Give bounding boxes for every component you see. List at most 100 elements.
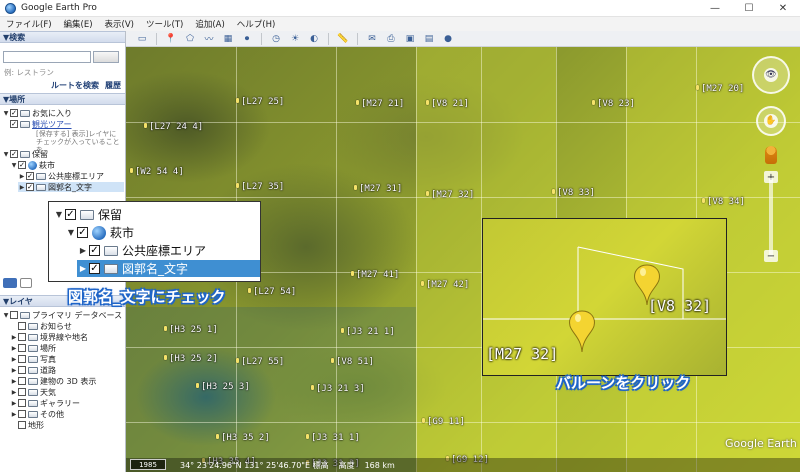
expand-arrow-icon[interactable]: ▼ — [2, 110, 10, 117]
expand-arrow-icon[interactable]: ▶ — [18, 184, 26, 191]
checkbox[interactable] — [18, 366, 26, 374]
balloon-pin-m27-32[interactable] — [569, 310, 595, 353]
map-label[interactable]: [M27 21] — [356, 99, 404, 109]
inset-tree-temporary[interactable]: ▼ ✓ 保留 — [53, 206, 122, 223]
expand-arrow-icon[interactable]: ▶ — [18, 173, 26, 180]
checkbox[interactable] — [18, 322, 26, 330]
inset-tree-city[interactable]: ▼ ✓ 萩市 — [65, 224, 134, 241]
checkbox[interactable]: ✓ — [26, 172, 34, 180]
checkbox[interactable] — [18, 333, 26, 341]
tree-map-names[interactable]: ▶ ✓ 図郭名_文字 — [18, 182, 124, 192]
print-icon[interactable]: ⎙ — [383, 32, 399, 45]
map-label[interactable]: [J3 21 1] — [341, 327, 395, 337]
historical-imagery-icon[interactable]: ◷ — [268, 32, 284, 45]
menu-help[interactable]: ヘルプ(H) — [231, 18, 282, 30]
minimize-button[interactable]: — — [698, 0, 732, 17]
expand-arrow-icon[interactable]: ▶ — [10, 356, 18, 363]
checkbox[interactable]: ✓ — [65, 209, 76, 220]
layer-item[interactable]: ▶ 場所 — [10, 343, 56, 353]
map-label[interactable]: [L27 24 4] — [144, 122, 203, 132]
menu-tools[interactable]: ツール(T) — [140, 18, 189, 30]
checkbox[interactable] — [18, 399, 26, 407]
placemark-icon[interactable]: 📍 — [163, 32, 179, 45]
checkbox[interactable] — [18, 355, 26, 363]
zoom-slider[interactable] — [769, 178, 773, 258]
search-tab-icon[interactable] — [3, 278, 17, 288]
places-header[interactable]: ▼場所 — [0, 93, 125, 105]
layer-primary[interactable]: ▼ プライマリ データベース — [2, 310, 122, 320]
record-tour-icon[interactable]: ⏺ — [239, 32, 255, 45]
search-button[interactable] — [93, 51, 119, 63]
layer-item[interactable]: ▶ その他 — [10, 409, 64, 419]
zoom-out-button[interactable]: − — [764, 250, 778, 262]
expand-arrow-icon[interactable]: ▼ — [2, 151, 10, 158]
tree-public-area[interactable]: ▶ ✓ 公共座標エリア — [18, 171, 104, 181]
look-joystick[interactable]: 👁 — [752, 56, 790, 94]
map-label[interactable]: [L27 35] — [236, 182, 284, 192]
places-tab-icon[interactable] — [20, 278, 32, 288]
map-label[interactable]: [M27 31] — [354, 184, 402, 194]
checkbox[interactable] — [18, 410, 26, 418]
map-label[interactable]: [V8 21] — [426, 99, 469, 109]
tree-city[interactable]: ▼ ✓ 萩市 — [10, 160, 55, 170]
map-label[interactable]: [G9 11] — [422, 417, 465, 427]
map-label[interactable]: [L27 55] — [236, 357, 284, 367]
image-overlay-icon[interactable]: ▦ — [220, 32, 236, 45]
expand-arrow-icon[interactable]: ▶ — [77, 246, 89, 255]
inset-tree-map-names[interactable]: ▶ ✓ 図郭名_文字 — [77, 260, 260, 277]
map-label[interactable]: [J3 21 3] — [311, 384, 365, 394]
search-input[interactable] — [3, 51, 91, 63]
sunlight-icon[interactable]: ☀ — [287, 32, 303, 45]
map-label[interactable]: [W2 54 4] — [130, 167, 184, 177]
balloon-label-m27-32[interactable]: [M27 32] — [486, 345, 558, 363]
expand-arrow-icon[interactable]: ▶ — [10, 345, 18, 352]
checkbox[interactable] — [18, 388, 26, 396]
menu-file[interactable]: ファイル(F) — [0, 18, 58, 30]
map-label[interactable]: [H3 35 2] — [216, 433, 270, 443]
map-label[interactable]: [H3 25 3] — [196, 382, 250, 392]
street-view-pegman-icon[interactable] — [765, 146, 777, 164]
checkbox[interactable]: ✓ — [18, 161, 26, 169]
expand-arrow-icon[interactable]: ▼ — [10, 162, 18, 169]
checkbox[interactable] — [18, 377, 26, 385]
layer-item[interactable]: ▶ 道路 — [10, 365, 56, 375]
map-label[interactable]: [V8 33] — [552, 188, 595, 198]
sidebar-toggle-icon[interactable]: ▭ — [134, 32, 150, 45]
email-icon[interactable]: ✉ — [364, 32, 380, 45]
map-label[interactable]: [M27 41] — [351, 270, 399, 280]
menu-view[interactable]: 表示(V) — [99, 18, 140, 30]
polygon-icon[interactable]: ⬠ — [182, 32, 198, 45]
maximize-button[interactable]: ☐ — [732, 0, 766, 17]
route-link[interactable]: ルートを検索 — [51, 80, 99, 91]
checkbox[interactable]: ✓ — [26, 183, 34, 191]
tree-tour[interactable]: ✓ 観光ツアー — [10, 119, 72, 129]
ruler-icon[interactable]: 📏 — [335, 32, 351, 45]
historical-year-badge[interactable]: 1985 — [130, 459, 166, 470]
map-label[interactable]: [V8 51] — [331, 357, 374, 367]
checkbox[interactable]: ✓ — [89, 263, 100, 274]
layer-item[interactable]: ▶ 写真 — [10, 354, 56, 364]
checkbox[interactable] — [18, 344, 26, 352]
checkbox[interactable] — [10, 311, 18, 319]
expand-arrow-icon[interactable]: ▼ — [2, 312, 10, 319]
expand-arrow-icon[interactable]: ▶ — [10, 334, 18, 341]
menu-add[interactable]: 追加(A) — [189, 18, 230, 30]
expand-arrow-icon[interactable]: ▶ — [10, 389, 18, 396]
layer-item[interactable]: ▶ 天気 — [10, 387, 56, 397]
expand-arrow-icon[interactable]: ▶ — [10, 378, 18, 385]
checkbox[interactable]: ✓ — [77, 227, 88, 238]
checkbox[interactable]: ✓ — [10, 120, 18, 128]
history-link[interactable]: 履歴 — [105, 80, 121, 91]
tree-temporary[interactable]: ▼ ✓ 保留 — [2, 149, 48, 159]
search-header[interactable]: ▼検索 — [0, 31, 125, 43]
layer-item[interactable]: ▶ 建物の 3D 表示 — [10, 376, 97, 386]
tree-favorites[interactable]: ▼ ✓ お気に入り — [2, 108, 72, 118]
map-label[interactable]: [M27 20] — [696, 84, 744, 94]
expand-arrow-icon[interactable]: ▼ — [53, 210, 65, 219]
layer-item[interactable]: お知らせ — [10, 321, 72, 331]
map-label[interactable]: [L27 25] — [236, 97, 284, 107]
map-label[interactable]: [M27 32] — [426, 190, 474, 200]
save-image-icon[interactable]: ▣ — [402, 32, 418, 45]
expand-arrow-icon[interactable]: ▶ — [10, 411, 18, 418]
expand-arrow-icon[interactable]: ▶ — [10, 367, 18, 374]
